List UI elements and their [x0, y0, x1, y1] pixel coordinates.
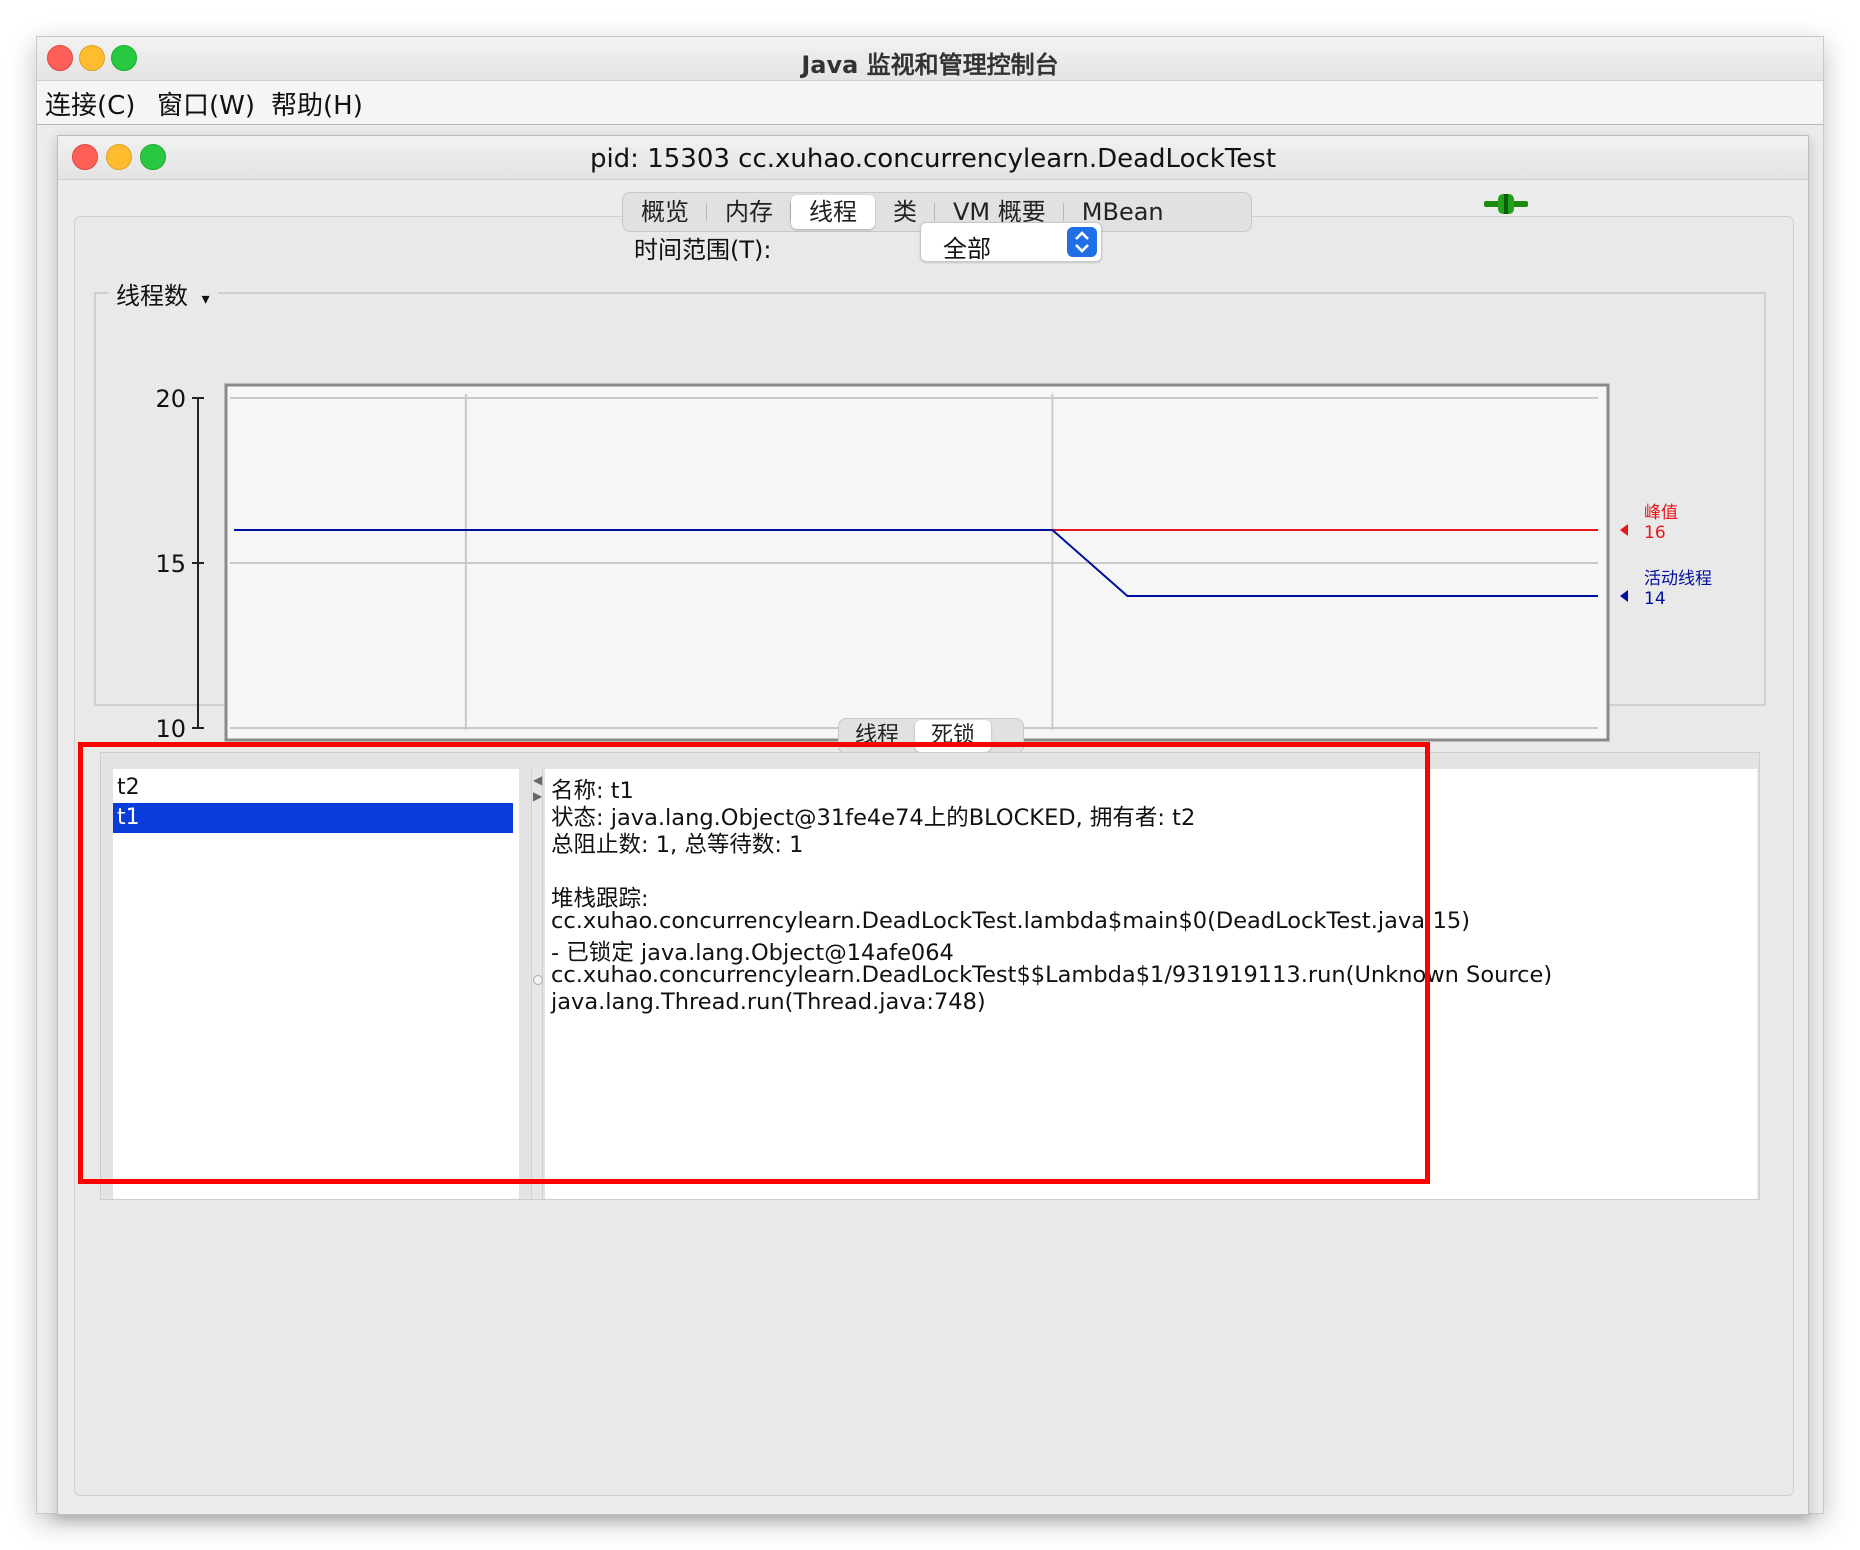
y-tick-label: 10 [155, 715, 186, 743]
legend: 峰值16 活动线程14 [1620, 503, 1712, 609]
legend-label: 活动线程 [1644, 569, 1712, 589]
legend-label: 峰值 [1644, 503, 1678, 523]
y-axis: 10 15 20 [155, 385, 204, 743]
y-tick-label: 15 [155, 550, 186, 578]
legend-value: 14 [1644, 589, 1666, 609]
legend-marker-icon [1620, 524, 1628, 536]
highlight-box [78, 742, 1430, 1184]
thread-count-chart: 101520 10:3310:34 峰值16活动线程14 [155, 383, 1712, 760]
legend-value: 16 [1644, 523, 1666, 543]
y-tick-label: 20 [155, 385, 186, 413]
legend-marker-icon [1620, 590, 1628, 602]
